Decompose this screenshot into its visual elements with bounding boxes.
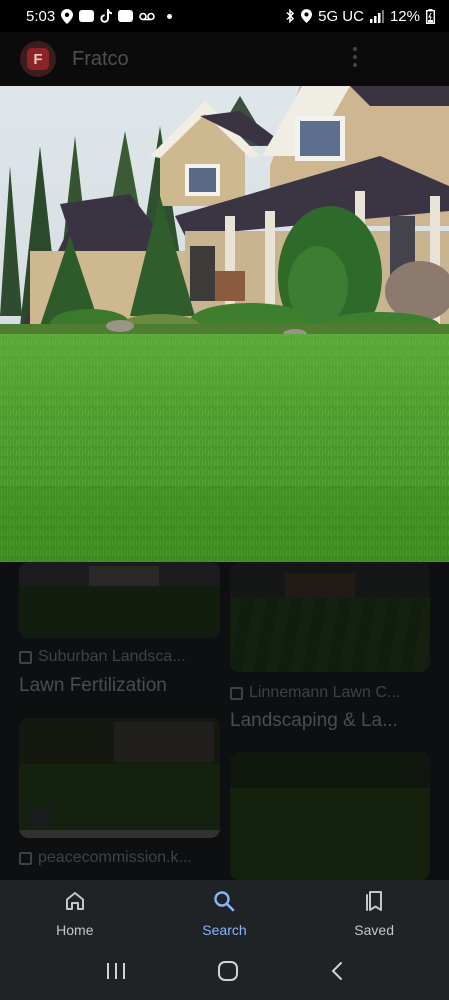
youtube-icon bbox=[118, 10, 134, 22]
nav-home[interactable]: Home bbox=[15, 889, 135, 938]
status-bar: 5:03 5G UC 12% bbox=[0, 0, 449, 32]
result-thumbnail[interactable] bbox=[19, 718, 220, 838]
result-title[interactable]: Lawn Fertilization bbox=[19, 675, 167, 697]
back-button[interactable] bbox=[330, 960, 344, 987]
location-icon bbox=[301, 9, 313, 23]
bluetooth-icon bbox=[286, 9, 295, 23]
site-favicon-icon bbox=[19, 851, 32, 865]
result-thumbnail[interactable] bbox=[230, 562, 430, 672]
result-source-text: peacecommission.k... bbox=[38, 849, 192, 866]
bottom-navigation: Home Search Saved bbox=[0, 880, 449, 946]
location-pin-icon bbox=[61, 8, 74, 24]
result-source: Suburban Landsca... bbox=[19, 648, 186, 666]
nav-saved[interactable]: Saved bbox=[314, 889, 434, 938]
youtube-icon bbox=[79, 10, 95, 22]
collections-icon bbox=[362, 889, 386, 916]
app-title: Fratco bbox=[72, 47, 129, 70]
result-thumbnail[interactable] bbox=[230, 752, 430, 880]
status-time: 5:03 bbox=[26, 7, 56, 25]
tiktok-icon bbox=[100, 9, 113, 23]
home-icon bbox=[63, 889, 87, 916]
result-title[interactable]: Landscaping & La... bbox=[230, 710, 398, 732]
nav-search-label: Search bbox=[202, 921, 247, 938]
app-logo[interactable]: F bbox=[20, 41, 56, 77]
results-grid: Suburban Landsca... Lawn Fertilization L… bbox=[0, 562, 449, 880]
overflow-menu-icon[interactable] bbox=[353, 47, 357, 67]
battery-charging-icon bbox=[426, 8, 435, 24]
nav-search[interactable]: Search bbox=[164, 889, 284, 938]
app-bar: F Fratco bbox=[0, 32, 449, 86]
result-source-text: Suburban Landsca... bbox=[38, 648, 186, 665]
voicemail-icon bbox=[139, 12, 156, 21]
result-source-text: Linnemann Lawn C... bbox=[249, 684, 401, 701]
result-thumbnail[interactable] bbox=[19, 562, 220, 638]
system-navigation-bar bbox=[0, 946, 449, 1000]
home-button[interactable] bbox=[217, 960, 239, 987]
preview-image[interactable] bbox=[0, 86, 449, 562]
network-type: 5G UC bbox=[318, 7, 364, 25]
result-source: Linnemann Lawn C... bbox=[230, 684, 400, 702]
site-favicon-icon bbox=[19, 650, 32, 664]
app-logo-letter: F bbox=[27, 48, 49, 70]
battery-percent: 12% bbox=[389, 7, 420, 25]
result-source: peacecommission.k... bbox=[19, 849, 192, 867]
nav-saved-label: Saved bbox=[354, 921, 394, 938]
site-favicon-icon bbox=[230, 686, 243, 700]
notification-dot-icon bbox=[167, 13, 173, 19]
recent-apps-button[interactable] bbox=[105, 961, 127, 986]
nav-home-label: Home bbox=[56, 921, 94, 938]
signal-icon bbox=[369, 9, 384, 23]
status-right: 5G UC 12% bbox=[286, 8, 435, 25]
status-left: 5:03 bbox=[26, 7, 173, 25]
search-icon bbox=[212, 889, 236, 916]
